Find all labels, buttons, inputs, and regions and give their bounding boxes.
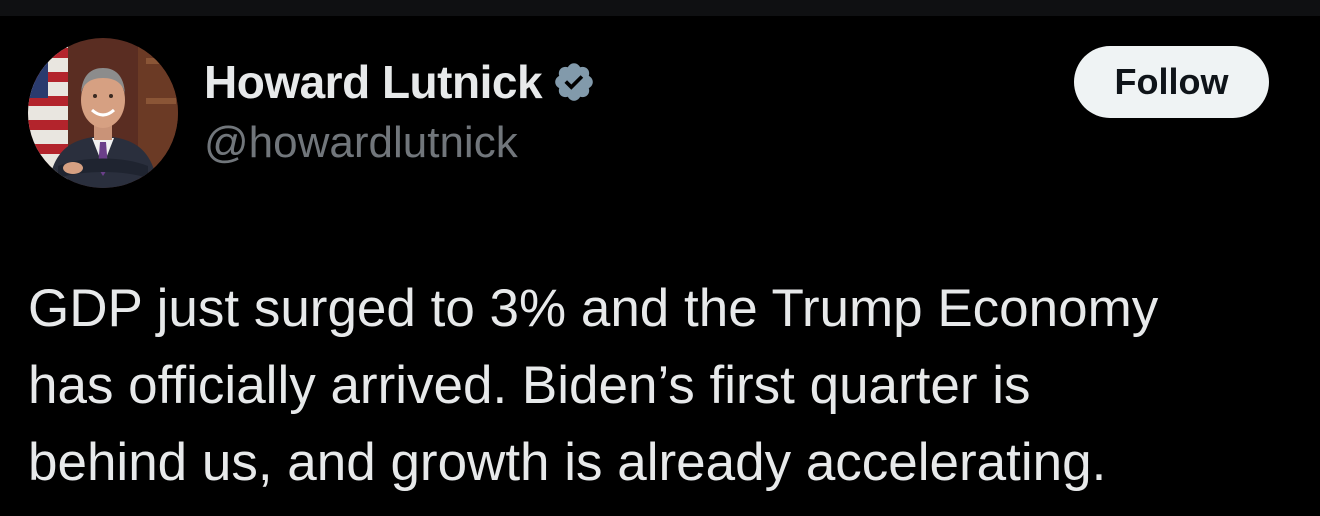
tweet-text: GDP just surged to 3% and the Trump Econ… bbox=[28, 270, 1298, 501]
verified-badge-icon bbox=[552, 60, 596, 104]
tweet-text-line: has officially arrived. Biden’s first qu… bbox=[28, 356, 1031, 415]
author-display-name[interactable]: Howard Lutnick bbox=[204, 55, 543, 109]
follow-button[interactable]: Follow bbox=[1074, 46, 1269, 118]
author-name-row: Howard Lutnick bbox=[204, 54, 596, 110]
tweet-text-line: behind us, and growth is already acceler… bbox=[28, 433, 1107, 492]
avatar[interactable] bbox=[28, 38, 178, 188]
avatar-portrait-icon bbox=[28, 38, 178, 188]
author-handle[interactable]: @howardlutnick bbox=[204, 118, 518, 168]
tweet-text-line: GDP just surged to 3% and the Trump Econ… bbox=[28, 279, 1159, 338]
top-edge-strip bbox=[0, 0, 1320, 16]
